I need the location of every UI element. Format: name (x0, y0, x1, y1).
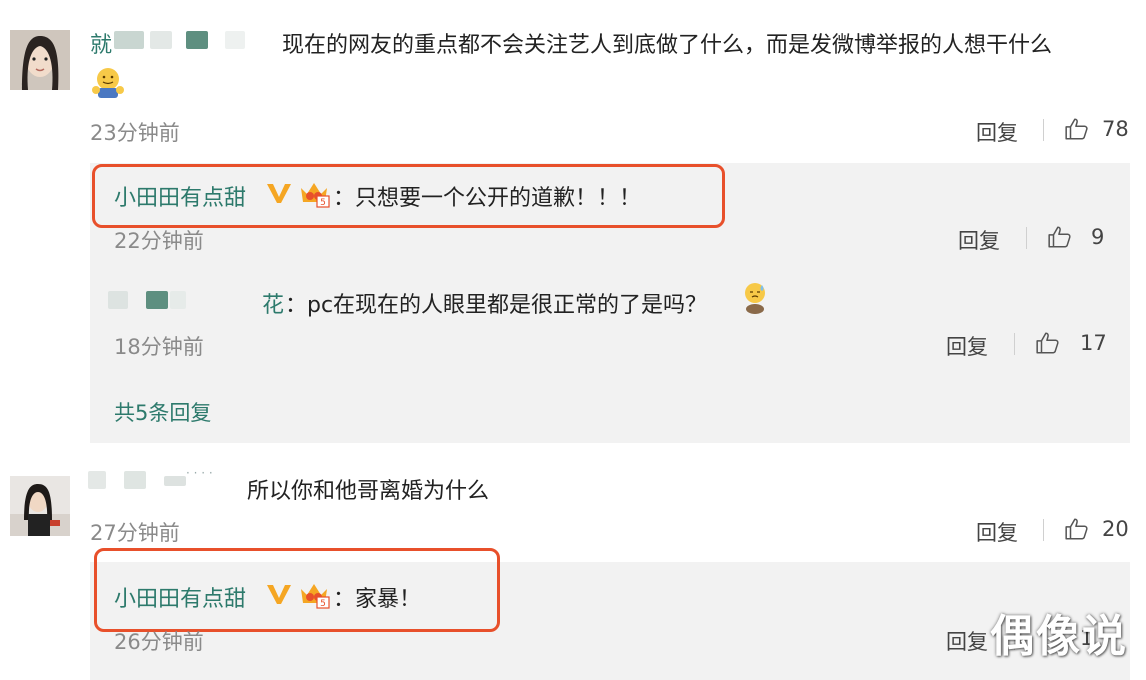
divider (1026, 227, 1027, 249)
redacted-name-block (146, 291, 168, 309)
redacted-name-block (124, 471, 146, 489)
comment-text: 所以你和他哥离婚为什么 (247, 479, 490, 504)
reply-button[interactable]: 回复 (946, 331, 988, 361)
reply-button[interactable]: 回复 (976, 517, 1018, 547)
redacted-name-block (186, 31, 208, 49)
comment-time: 23分钟前 (90, 121, 180, 145)
thumbs-up-icon[interactable] (1064, 516, 1090, 542)
divider (1043, 119, 1044, 141)
comment-username[interactable]: · · · · (186, 466, 213, 480)
reply-username[interactable]: 花 (262, 287, 284, 319)
reply-button[interactable]: 回复 (976, 117, 1018, 147)
redacted-name-block (114, 31, 144, 49)
reply-button[interactable]: 回复 (958, 225, 1000, 255)
redacted-name-block (88, 471, 106, 489)
comment-username[interactable]: 就 (90, 27, 112, 59)
highlight-box (94, 548, 500, 632)
thumbs-up-icon[interactable] (1035, 330, 1061, 356)
thumbs-up-icon[interactable] (1047, 224, 1073, 250)
more-replies-link[interactable]: 共5条回复 (114, 397, 211, 427)
comment-text: 现在的网友的重点都不会关注艺人到底做了什么，而是发微博举报的人想干什么 (282, 33, 1053, 58)
redacted-name-block (170, 291, 186, 309)
redacted-name-block (108, 291, 128, 309)
like-count: 78 (1102, 117, 1129, 141)
highlight-box (92, 164, 725, 228)
divider (1043, 519, 1044, 541)
reply-button[interactable]: 回复 (946, 626, 988, 656)
reply-time: 22分钟前 (114, 229, 204, 253)
emoji-sweat-icon (742, 281, 770, 315)
redacted-name-block (164, 476, 186, 486)
reply-time: 18分钟前 (114, 335, 204, 359)
thumbs-up-icon[interactable] (1064, 116, 1090, 142)
avatar[interactable] (10, 30, 70, 90)
redacted-name-block (150, 31, 172, 49)
reply-time: 26分钟前 (114, 630, 204, 654)
redacted-name-block (225, 31, 245, 49)
like-count: 20 (1102, 517, 1129, 541)
divider (1014, 333, 1015, 355)
emoji-hug-icon (90, 66, 126, 100)
like-count: 9 (1091, 225, 1105, 249)
comment-time: 27分钟前 (90, 521, 180, 545)
like-count: 17 (1080, 331, 1107, 355)
watermark-text: 偶像说 (990, 611, 1128, 662)
reply-text: ：pc在现在的人眼里都是很正常的了是吗？ (285, 293, 708, 318)
avatar[interactable] (10, 476, 70, 536)
